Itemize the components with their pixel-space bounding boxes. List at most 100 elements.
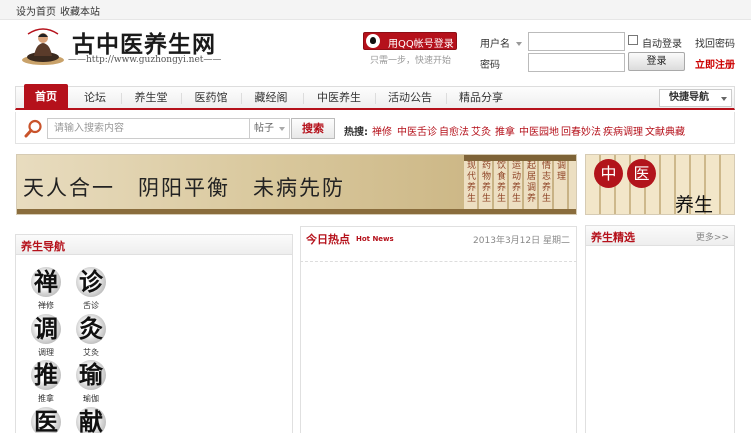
- health-nav-panel: 养生导航 禅 禅修 诊 舌诊 调 调理 灸 艾灸 推 推拿 瑜 瑜伽 医 献: [15, 234, 293, 433]
- password-label: 密码: [480, 60, 500, 71]
- main-nav: 首页 论坛 养生堂 医药馆 藏经阁 中医养生 活动公告 精品分享 快捷导航: [15, 84, 735, 110]
- nav-icon-glyph: 医: [34, 407, 58, 433]
- register-link[interactable]: 立即注册: [695, 56, 735, 71]
- hot-search-link[interactable]: 禅修: [372, 123, 392, 138]
- nav-icon-glyph: 推: [34, 360, 58, 389]
- site-logo[interactable]: 古中医养生网 ——http://www.guzhongyi.net——: [16, 22, 236, 72]
- banner-scroll-text: 情志养生: [541, 161, 551, 204]
- hot-search-link[interactable]: 中医园地: [519, 123, 559, 138]
- nav-icon-label: 调理: [38, 348, 54, 357]
- health-picks-panel: 养生精选 更多>>: [585, 225, 735, 433]
- quick-nav-label: 快捷导航: [669, 92, 709, 103]
- bookmark-site-link[interactable]: 收藏本站: [60, 3, 100, 18]
- search-icon[interactable]: [24, 119, 43, 138]
- banner-scroll-text: 运动养生: [511, 161, 521, 204]
- banner-rail: [17, 209, 576, 214]
- panel-title: 今日热点: [306, 233, 350, 246]
- hot-search-link[interactable]: 中医舌诊: [397, 123, 437, 138]
- banner-scroll-decoration: 现代养生 药物养生 饮食养生 运动养生 起居调养 情志养生 调理: [464, 155, 576, 214]
- username-label: 用户名: [480, 35, 523, 50]
- qq-login-tip: 只需一步，快速开始: [370, 56, 452, 66]
- auto-login-checkbox[interactable]: [628, 35, 638, 45]
- main-banner[interactable]: 天人合一 阴阳平衡 未病先防 现代养生 药物养生 饮食养生 运动养生 起居调养 …: [16, 154, 577, 215]
- meditation-figure-icon: [22, 28, 64, 65]
- banner-scroll-text: 药物养生: [481, 161, 491, 204]
- banner-slogan: 天人合一 阴阳平衡 未病先防: [23, 176, 345, 200]
- nav-item-tcm-health[interactable]: 中医养生: [309, 87, 369, 109]
- chevron-down-icon: [279, 127, 285, 131]
- nav-divider: [303, 93, 304, 104]
- banner-scroll-text: 起居调养: [526, 161, 536, 204]
- hot-search-link[interactable]: 自愈法: [439, 123, 469, 138]
- hot-search-link[interactable]: 艾灸: [471, 123, 491, 138]
- nav-icon-glyph: 献: [79, 407, 103, 433]
- auto-login-label[interactable]: 自动登录: [642, 35, 682, 50]
- nav-icon-label: 禅修: [38, 301, 54, 310]
- hot-news-body: [300, 262, 577, 433]
- nav-divider: [181, 93, 182, 104]
- nav-icon-medicine[interactable]: 医: [26, 407, 66, 433]
- username-input[interactable]: [528, 32, 625, 51]
- hot-search-link[interactable]: 疾病调理: [603, 123, 643, 138]
- side-banner[interactable]: 中 医 养生: [585, 154, 735, 215]
- logo-title: 古中医养生网: [72, 31, 216, 58]
- nav-icon-conditioning[interactable]: 调 调理: [26, 314, 66, 358]
- chevron-down-icon[interactable]: [516, 42, 523, 46]
- panel-header: 养生精选 更多>>: [586, 226, 734, 246]
- nav-item-forum[interactable]: 论坛: [73, 87, 117, 109]
- nav-icon-literature[interactable]: 献: [71, 407, 111, 433]
- set-homepage-link[interactable]: 设为首页: [16, 3, 56, 18]
- hot-search-link[interactable]: 文献典藏: [645, 123, 685, 138]
- nav-icon-label: 艾灸: [83, 348, 99, 357]
- nav-divider: [241, 93, 242, 104]
- nav-divider: [121, 93, 122, 104]
- top-bar: 设为首页 收藏本站: [0, 0, 751, 20]
- nav-item-health-hall[interactable]: 养生堂: [126, 87, 176, 109]
- nav-item-announcements[interactable]: 活动公告: [380, 87, 440, 109]
- nav-item-library[interactable]: 藏经阁: [246, 87, 296, 109]
- nav-icon-label: 舌诊: [83, 301, 99, 310]
- logo-url: ——http://www.guzhongyi.net——: [68, 55, 222, 65]
- nav-icon-label: 瑜伽: [83, 394, 99, 403]
- find-password-link[interactable]: 找回密码: [695, 35, 735, 50]
- qq-login-button[interactable]: 用QQ帐号登录: [363, 32, 457, 50]
- nav-item-featured-share[interactable]: 精品分享: [451, 87, 511, 109]
- qq-login-label: 用QQ帐号登录: [388, 39, 454, 50]
- nav-icon-glyph: 灸: [79, 314, 103, 343]
- hot-search-label: 热搜:: [344, 127, 368, 138]
- password-input[interactable]: [528, 53, 625, 72]
- seal-character: 医: [627, 159, 656, 188]
- qq-icon: [366, 34, 380, 48]
- nav-item-pharmacy[interactable]: 医药馆: [186, 87, 236, 109]
- hot-search-link[interactable]: 推拿: [495, 123, 515, 138]
- hot-news-panel: 今日热点 Hot News 2013年3月12日 星期二: [300, 226, 577, 262]
- nav-icon-glyph: 诊: [79, 267, 103, 296]
- quick-nav-dropdown[interactable]: 快捷导航: [659, 89, 732, 107]
- nav-icon-glyph: 禅: [34, 267, 58, 296]
- search-type-select[interactable]: 帖子: [250, 118, 290, 139]
- banner-scroll-text: 调理: [556, 161, 566, 182]
- chevron-down-icon: [721, 97, 727, 101]
- nav-icon-moxibustion[interactable]: 灸 艾灸: [71, 314, 111, 358]
- news-date: 2013年3月12日 星期二: [473, 236, 570, 246]
- panel-title: 养生导航: [21, 240, 65, 253]
- login-button[interactable]: 登录: [628, 52, 685, 71]
- nav-icon-yoga[interactable]: 瑜 瑜伽: [71, 360, 111, 404]
- nav-icon-tongue-diagnosis[interactable]: 诊 舌诊: [71, 267, 111, 311]
- nav-divider: [446, 93, 447, 104]
- hot-search-link[interactable]: 回春妙法: [561, 123, 601, 138]
- search-input[interactable]: [47, 118, 250, 139]
- seal-character: 中: [594, 159, 623, 188]
- nav-icon-label: 推拿: [38, 394, 54, 403]
- hot-news-badge: Hot News: [356, 235, 394, 243]
- nav-item-home[interactable]: 首页: [24, 84, 68, 109]
- side-banner-title: 养生: [675, 194, 714, 215]
- nav-icon-glyph: 调: [34, 314, 58, 343]
- nav-icon-meditation[interactable]: 禅 禅修: [26, 267, 66, 311]
- nav-icon-glyph: 瑜: [79, 360, 103, 389]
- search-type-value: 帖子: [254, 123, 274, 134]
- nav-icon-massage[interactable]: 推 推拿: [26, 360, 66, 404]
- search-button[interactable]: 搜索: [291, 118, 335, 139]
- more-link[interactable]: 更多>>: [696, 230, 729, 243]
- banner-scroll-text: 饮食养生: [496, 161, 506, 204]
